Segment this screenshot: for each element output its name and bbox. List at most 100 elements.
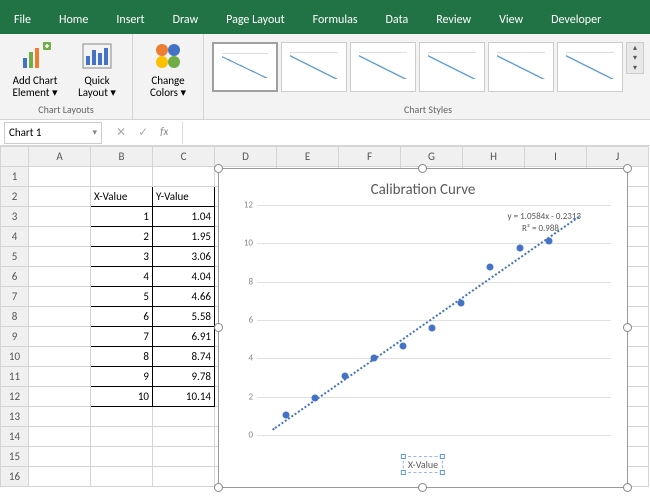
column-header-C[interactable]: C: [153, 147, 215, 167]
tab-data[interactable]: Data: [372, 8, 423, 34]
data-point[interactable]: [429, 325, 436, 332]
resize-handle-w[interactable]: [214, 323, 223, 332]
cell-A10[interactable]: [29, 347, 91, 367]
cell-B5[interactable]: 3: [91, 247, 153, 267]
cell-A2[interactable]: [29, 187, 91, 207]
tab-home[interactable]: Home: [45, 8, 102, 34]
resize-handle-s[interactable]: [418, 483, 427, 492]
cell-A6[interactable]: [29, 267, 91, 287]
cell-A11[interactable]: [29, 367, 91, 387]
chart-title[interactable]: Calibration Curve: [225, 175, 621, 205]
row-header-15[interactable]: 15: [1, 447, 29, 467]
embedded-chart[interactable]: Calibration Curve y = 1.0584x - 0.2313 R…: [218, 168, 628, 488]
worksheet[interactable]: ABCDEFGHIJ12X-ValueY-Value311.04421.9553…: [0, 146, 650, 500]
formula-bar[interactable]: [182, 122, 650, 144]
row-header-6[interactable]: 6: [1, 267, 29, 287]
tab-draw[interactable]: Draw: [159, 8, 213, 34]
cell-B2[interactable]: X-Value: [91, 187, 153, 207]
cell-C16[interactable]: [153, 467, 215, 487]
change-colors-button[interactable]: Change Colors ▾: [139, 38, 197, 101]
chart-style-5[interactable]: [488, 42, 554, 92]
cell-A14[interactable]: [29, 427, 91, 447]
cell-C2[interactable]: Y-Value: [153, 187, 215, 207]
row-header-7[interactable]: 7: [1, 287, 29, 307]
cell-A1[interactable]: [29, 167, 91, 187]
cell-A9[interactable]: [29, 327, 91, 347]
row-header-8[interactable]: 8: [1, 307, 29, 327]
x-axis-title[interactable]: X-Value: [403, 456, 443, 473]
tab-formulas[interactable]: Formulas: [299, 8, 372, 34]
cell-A5[interactable]: [29, 247, 91, 267]
cell-B4[interactable]: 2: [91, 227, 153, 247]
cell-C4[interactable]: 1.95: [153, 227, 215, 247]
cell-B7[interactable]: 5: [91, 287, 153, 307]
row-header-5[interactable]: 5: [1, 247, 29, 267]
add-chart-element-button[interactable]: Add Chart Element ▾: [6, 38, 64, 101]
cell-B16[interactable]: [91, 467, 153, 487]
column-header-G[interactable]: G: [401, 147, 463, 167]
column-header-F[interactable]: F: [339, 147, 401, 167]
cell-C1[interactable]: [153, 167, 215, 187]
column-header-A[interactable]: A: [29, 147, 91, 167]
column-header-E[interactable]: E: [277, 147, 339, 167]
name-box[interactable]: Chart 1 ▾: [4, 122, 102, 144]
row-header-9[interactable]: 9: [1, 327, 29, 347]
chart-style-2[interactable]: [281, 42, 347, 92]
chevron-down-icon[interactable]: ▾: [92, 127, 97, 138]
chart-style-1[interactable]: [212, 42, 278, 92]
cell-C14[interactable]: [153, 427, 215, 447]
accept-formula-icon[interactable]: ✓: [138, 125, 148, 140]
cancel-formula-icon[interactable]: ✕: [116, 125, 126, 140]
row-header-14[interactable]: 14: [1, 427, 29, 447]
row-header-4[interactable]: 4: [1, 227, 29, 247]
tab-file[interactable]: File: [0, 8, 45, 34]
resize-handle-e[interactable]: [623, 323, 632, 332]
column-header-J[interactable]: J: [587, 147, 649, 167]
cell-C12[interactable]: 10.14: [153, 387, 215, 407]
quick-layout-button[interactable]: Quick Layout ▾: [68, 38, 126, 101]
cell-A8[interactable]: [29, 307, 91, 327]
cell-A3[interactable]: [29, 207, 91, 227]
plot-area[interactable]: y = 1.0584x - 0.2313 R² = 0.988 02468101…: [257, 205, 611, 441]
resize-handle-ne[interactable]: [623, 164, 632, 173]
resize-handle-sw[interactable]: [214, 483, 223, 492]
cell-C15[interactable]: [153, 447, 215, 467]
cell-B1[interactable]: [91, 167, 153, 187]
column-header-H[interactable]: H: [463, 147, 525, 167]
tab-view[interactable]: View: [485, 8, 537, 34]
resize-handle-se[interactable]: [623, 483, 632, 492]
label-handle[interactable]: [440, 454, 445, 459]
cell-B9[interactable]: 7: [91, 327, 153, 347]
data-point[interactable]: [487, 264, 494, 271]
column-header-D[interactable]: D: [215, 147, 277, 167]
row-header-2[interactable]: 2: [1, 187, 29, 207]
cell-B12[interactable]: 10: [91, 387, 153, 407]
cell-C7[interactable]: 4.66: [153, 287, 215, 307]
chart-style-more[interactable]: ▴▾▾: [626, 42, 644, 74]
cell-B14[interactable]: [91, 427, 153, 447]
chart-style-3[interactable]: [350, 42, 416, 92]
chart-style-6[interactable]: [557, 42, 623, 92]
tab-developer[interactable]: Developer: [537, 8, 615, 34]
row-header-16[interactable]: 16: [1, 467, 29, 487]
row-header-11[interactable]: 11: [1, 367, 29, 387]
chart-style-4[interactable]: [419, 42, 485, 92]
row-header-10[interactable]: 10: [1, 347, 29, 367]
cell-C3[interactable]: 1.04: [153, 207, 215, 227]
cell-C5[interactable]: 3.06: [153, 247, 215, 267]
tab-review[interactable]: Review: [422, 8, 485, 34]
cell-B15[interactable]: [91, 447, 153, 467]
tab-page-layout[interactable]: Page Layout: [212, 8, 298, 34]
cell-C11[interactable]: 9.78: [153, 367, 215, 387]
trendline[interactable]: [272, 216, 579, 431]
cell-A15[interactable]: [29, 447, 91, 467]
column-header-I[interactable]: I: [525, 147, 587, 167]
label-handle[interactable]: [440, 470, 445, 475]
label-handle[interactable]: [401, 470, 406, 475]
data-point[interactable]: [399, 342, 406, 349]
fx-icon[interactable]: fx: [160, 125, 168, 140]
cell-A13[interactable]: [29, 407, 91, 427]
cell-B3[interactable]: 1: [91, 207, 153, 227]
row-header-1[interactable]: 1: [1, 167, 29, 187]
label-handle[interactable]: [401, 454, 406, 459]
